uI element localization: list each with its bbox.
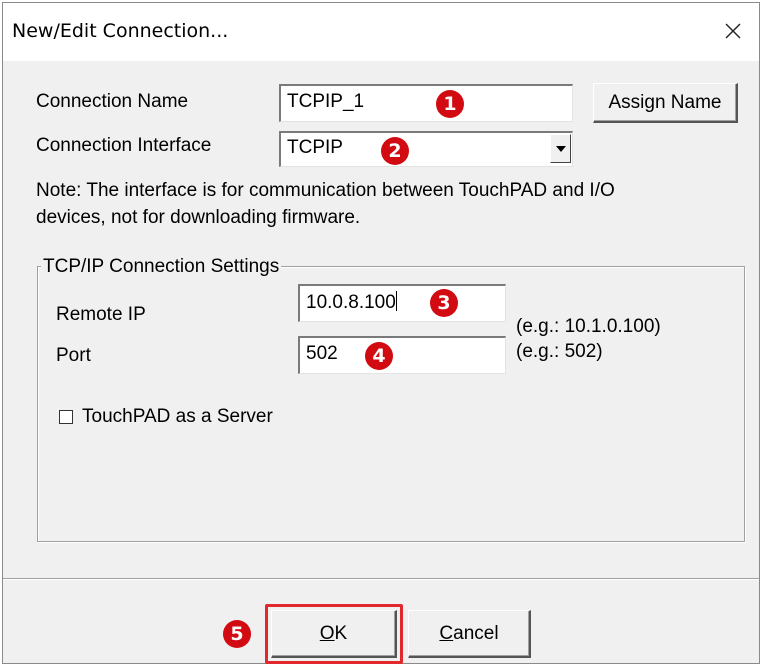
connection-interface-label: Connection Interface <box>36 135 212 156</box>
annotation-badge-2: 2 <box>381 137 409 165</box>
cancel-mnemonic: C <box>439 622 454 644</box>
ok-label-rest: K <box>334 622 348 644</box>
assign-name-button[interactable]: Assign Name <box>593 83 738 123</box>
port-value: 502 <box>306 343 338 364</box>
touchpad-server-checkbox[interactable] <box>59 410 73 424</box>
connection-interface-select[interactable]: TCPIP <box>279 131 573 167</box>
close-button[interactable] <box>715 13 751 49</box>
connection-interface-value: TCPIP <box>287 137 343 158</box>
remote-ip-value: 10.0.8.100 <box>306 292 396 313</box>
connection-name-label: Connection Name <box>36 91 189 112</box>
remote-ip-label: Remote IP <box>56 304 146 325</box>
text-cursor <box>395 291 397 311</box>
ok-mnemonic: O <box>319 622 335 644</box>
cancel-label-rest: ancel <box>453 622 499 644</box>
annotation-badge-1: 1 <box>436 90 464 118</box>
note-line-2: devices, not for downloading firmware. <box>36 207 361 228</box>
close-icon <box>725 23 741 39</box>
touchpad-server-label[interactable]: TouchPAD as a Server <box>82 406 273 428</box>
remote-ip-input[interactable]: 10.0.8.100 <box>298 284 506 322</box>
cancel-button[interactable]: Cancel <box>408 610 531 658</box>
annotation-badge-4: 4 <box>365 342 393 370</box>
ok-button[interactable]: OK <box>271 610 397 658</box>
annotation-badge-5: 5 <box>223 620 251 648</box>
remote-ip-hint: (e.g.: 10.1.0.100) <box>516 316 661 337</box>
connection-name-value: TCPIP_1 <box>287 91 365 112</box>
port-hint: (e.g.: 502) <box>516 341 603 362</box>
chevron-down-icon <box>555 145 566 152</box>
title-bar: New/Edit Connection... <box>3 3 759 61</box>
port-label: Port <box>56 345 91 366</box>
note-line-1: Note: The interface is for communication… <box>36 180 615 201</box>
window-title: New/Edit Connection... <box>12 20 229 42</box>
tcpip-settings-title: TCP/IP Connection Settings <box>41 256 282 278</box>
annotation-badge-3: 3 <box>430 289 458 317</box>
port-input[interactable]: 502 <box>298 336 506 374</box>
footer-separator <box>3 578 759 580</box>
connection-name-input[interactable]: TCPIP_1 <box>279 84 573 122</box>
dialog-window: New/Edit Connection... Connection Name T… <box>2 2 760 664</box>
dropdown-button[interactable] <box>550 134 571 163</box>
